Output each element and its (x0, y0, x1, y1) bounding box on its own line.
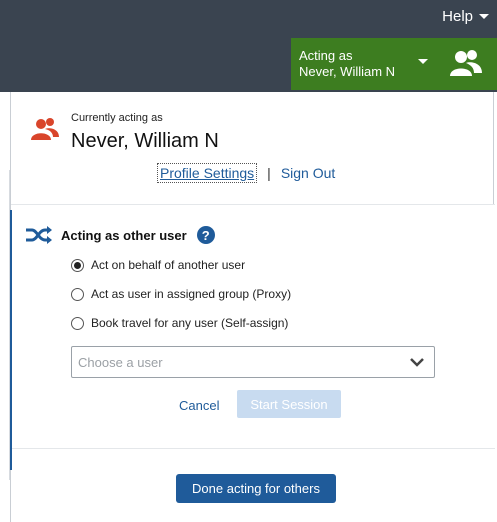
option-label: Act on behalf of another user (91, 258, 246, 272)
acting-as-panel: Currently acting as Never, William N Pro… (10, 92, 495, 522)
option-proxy[interactable]: Act as user in assigned group (Proxy) (71, 287, 291, 301)
help-menu[interactable]: Help (442, 8, 489, 25)
done-acting-button[interactable]: Done acting for others (176, 474, 336, 503)
option-act-on-behalf[interactable]: Act on behalf of another user (71, 258, 245, 272)
acting-as-name: Never, William N (299, 64, 396, 79)
profile-settings-link[interactable]: Profile Settings (157, 163, 258, 183)
act-as-other-header: Acting as other user ? (25, 225, 215, 245)
radio-button[interactable] (71, 316, 84, 330)
start-session-button[interactable]: Start Session (237, 390, 341, 418)
radio-button-checked[interactable] (71, 258, 84, 272)
acting-as-text: Acting as Never, William N (299, 48, 395, 80)
select-placeholder: Choose a user (78, 354, 163, 370)
currently-acting-label: Currently acting as (71, 112, 163, 124)
link-separator: | (267, 165, 271, 181)
left-accent-bar (10, 210, 12, 470)
act-as-other-title: Acting as other user (61, 227, 187, 243)
cancel-link[interactable]: Cancel (179, 398, 219, 413)
footer-section: Done acting for others (11, 448, 495, 522)
sign-out-link[interactable]: Sign Out (281, 165, 335, 181)
radio-button[interactable] (71, 287, 84, 301)
help-label: Help (442, 8, 473, 25)
choose-user-select[interactable]: Choose a user (71, 346, 435, 378)
option-label: Book travel for any user (Self-assign) (91, 316, 289, 330)
act-as-other-section: Acting as other user ? Act on behalf of … (11, 204, 495, 456)
current-user-section: Currently acting as Never, William N Pro… (11, 92, 495, 204)
users-icon (31, 118, 59, 140)
caret-down-icon (418, 59, 428, 64)
help-circle-icon[interactable]: ? (196, 226, 215, 244)
acting-as-menu[interactable]: Acting as Never, William N (291, 38, 497, 90)
background-strip (0, 170, 10, 480)
caret-down-icon (479, 14, 489, 19)
users-icon (450, 50, 482, 76)
top-header-bar: Help Acting as Never, William N (0, 0, 497, 92)
option-self-assign[interactable]: Book travel for any user (Self-assign) (71, 316, 288, 330)
chevron-down-icon (410, 358, 424, 367)
current-user-links: Profile Settings | Sign Out (157, 163, 335, 183)
shuffle-icon (26, 226, 52, 244)
current-user-name: Never, William N (71, 130, 219, 152)
acting-as-label: Acting as (299, 48, 353, 63)
option-label: Act as user in assigned group (Proxy) (91, 287, 292, 301)
